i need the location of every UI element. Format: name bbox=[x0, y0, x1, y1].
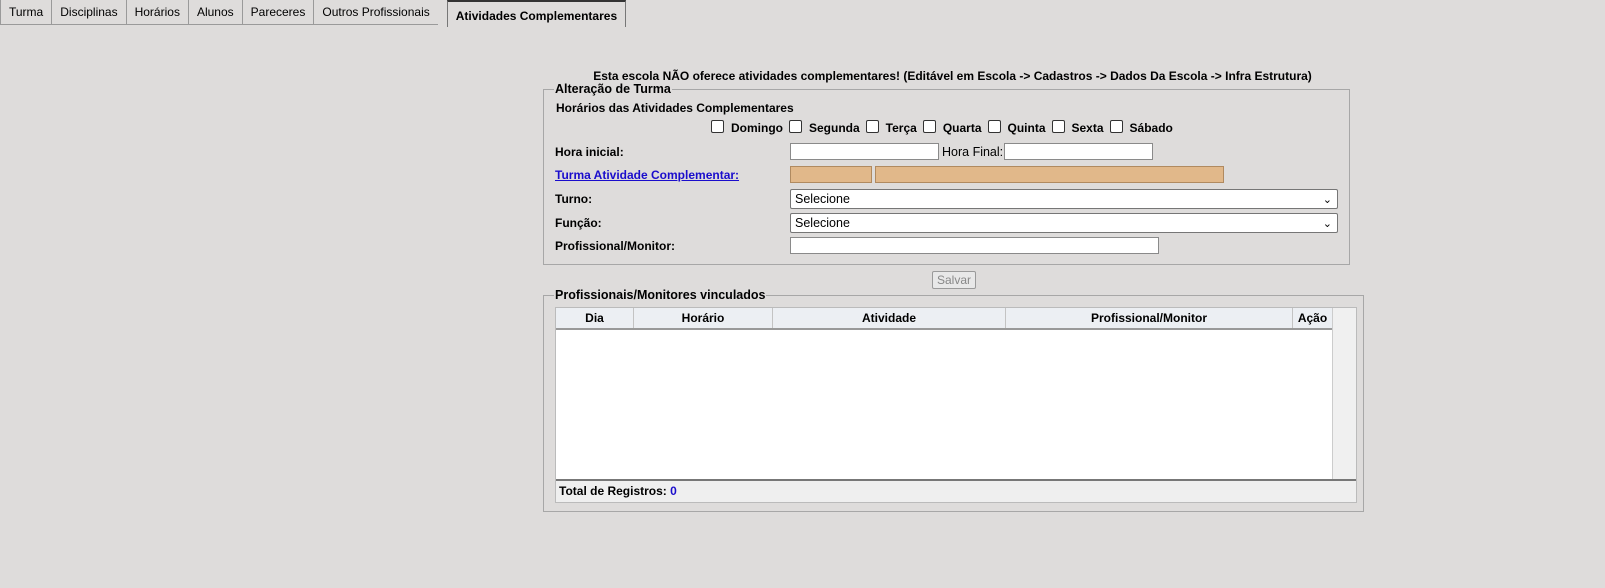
day-domingo[interactable]: Domingo bbox=[711, 119, 783, 135]
notice-message: Esta escola NÃO oferece atividades compl… bbox=[593, 69, 1312, 83]
column-header-atividade[interactable]: Atividade bbox=[773, 308, 1006, 328]
end-time-label: Hora Final: bbox=[942, 145, 1004, 159]
function-select[interactable]: Selecione ⌄ bbox=[790, 213, 1338, 233]
day-label: Domingo bbox=[731, 121, 783, 135]
day-label: Quinta bbox=[1007, 121, 1046, 135]
day-label: Sábado bbox=[1129, 121, 1173, 135]
class-activity-code-field[interactable] bbox=[790, 166, 872, 183]
total-records-count: 0 bbox=[670, 484, 677, 498]
function-label: Função: bbox=[555, 216, 602, 230]
tab-horarios[interactable]: Horários bbox=[125, 0, 189, 25]
start-time-input[interactable] bbox=[790, 143, 939, 160]
checkbox[interactable] bbox=[987, 119, 1001, 133]
day-sexta[interactable]: Sexta bbox=[1051, 119, 1104, 135]
column-header-dia[interactable]: Dia bbox=[556, 308, 634, 328]
grid-vertical-scrollbar[interactable] bbox=[1332, 308, 1356, 484]
day-terca[interactable]: Terça bbox=[865, 119, 917, 135]
column-header-horario[interactable]: Horário bbox=[634, 308, 773, 328]
linked-professionals-grid: Dia Horário Atividade Profissional/Monit… bbox=[555, 307, 1357, 503]
professional-input[interactable] bbox=[790, 237, 1159, 254]
checkbox[interactable] bbox=[711, 119, 724, 133]
tab-atividades-complementares[interactable]: Atividades Complementares bbox=[446, 0, 627, 27]
linked-professionals-legend: Profissionais/Monitores vinculados bbox=[555, 288, 766, 302]
chevron-down-icon: ⌄ bbox=[1322, 194, 1332, 206]
tab-outros-profissionais[interactable]: Outros Profissionais bbox=[313, 0, 439, 25]
column-header-acao[interactable]: Ação bbox=[1293, 308, 1333, 328]
class-edit-legend: Alteração de Turma bbox=[555, 82, 671, 96]
shift-select[interactable]: Selecione ⌄ bbox=[790, 189, 1338, 209]
grid-header: Dia Horário Atividade Profissional/Monit… bbox=[556, 308, 1356, 330]
tab-turma[interactable]: Turma bbox=[0, 0, 53, 25]
tab-pareceres[interactable]: Pareceres bbox=[241, 0, 315, 25]
end-time-input[interactable] bbox=[1004, 143, 1153, 160]
day-quinta[interactable]: Quinta bbox=[987, 119, 1046, 135]
class-activity-name-field[interactable] bbox=[875, 166, 1224, 183]
function-selected-value: Selecione bbox=[795, 216, 850, 230]
weekday-checkboxes: Domingo Segunda Terça Quarta Quinta Sext… bbox=[711, 119, 1179, 135]
checkbox[interactable] bbox=[1051, 119, 1065, 133]
save-button[interactable]: Salvar bbox=[932, 271, 976, 289]
class-activity-link[interactable]: Turma Atividade Complementar: bbox=[555, 168, 739, 182]
tab-disciplinas[interactable]: Disciplinas bbox=[51, 0, 127, 25]
day-label: Segunda bbox=[809, 121, 860, 135]
checkbox[interactable] bbox=[789, 119, 802, 133]
day-quarta[interactable]: Quarta bbox=[922, 119, 982, 135]
column-header-profissional[interactable]: Profissional/Monitor bbox=[1006, 308, 1293, 328]
total-records-label: Total de Registros: bbox=[559, 484, 667, 498]
schedule-title: Horários das Atividades Complementares bbox=[556, 101, 794, 115]
chevron-down-icon: ⌄ bbox=[1322, 218, 1332, 230]
grid-footer: Total de Registros: 0 bbox=[556, 479, 1356, 502]
shift-selected-value: Selecione bbox=[795, 192, 850, 206]
day-label: Quarta bbox=[942, 121, 982, 135]
tab-bar: Turma Disciplinas Horários Alunos Parece… bbox=[0, 0, 627, 27]
start-time-label: Hora inicial: bbox=[555, 145, 624, 159]
day-label: Terça bbox=[885, 121, 917, 135]
shift-label: Turno: bbox=[555, 192, 593, 206]
checkbox[interactable] bbox=[922, 119, 936, 133]
checkbox[interactable] bbox=[865, 119, 879, 133]
checkbox[interactable] bbox=[1109, 119, 1123, 133]
day-label: Sexta bbox=[1071, 121, 1104, 135]
professional-label: Profissional/Monitor: bbox=[555, 239, 675, 253]
day-sabado[interactable]: Sábado bbox=[1109, 119, 1173, 135]
day-segunda[interactable]: Segunda bbox=[789, 119, 860, 135]
tab-alunos[interactable]: Alunos bbox=[187, 0, 243, 25]
